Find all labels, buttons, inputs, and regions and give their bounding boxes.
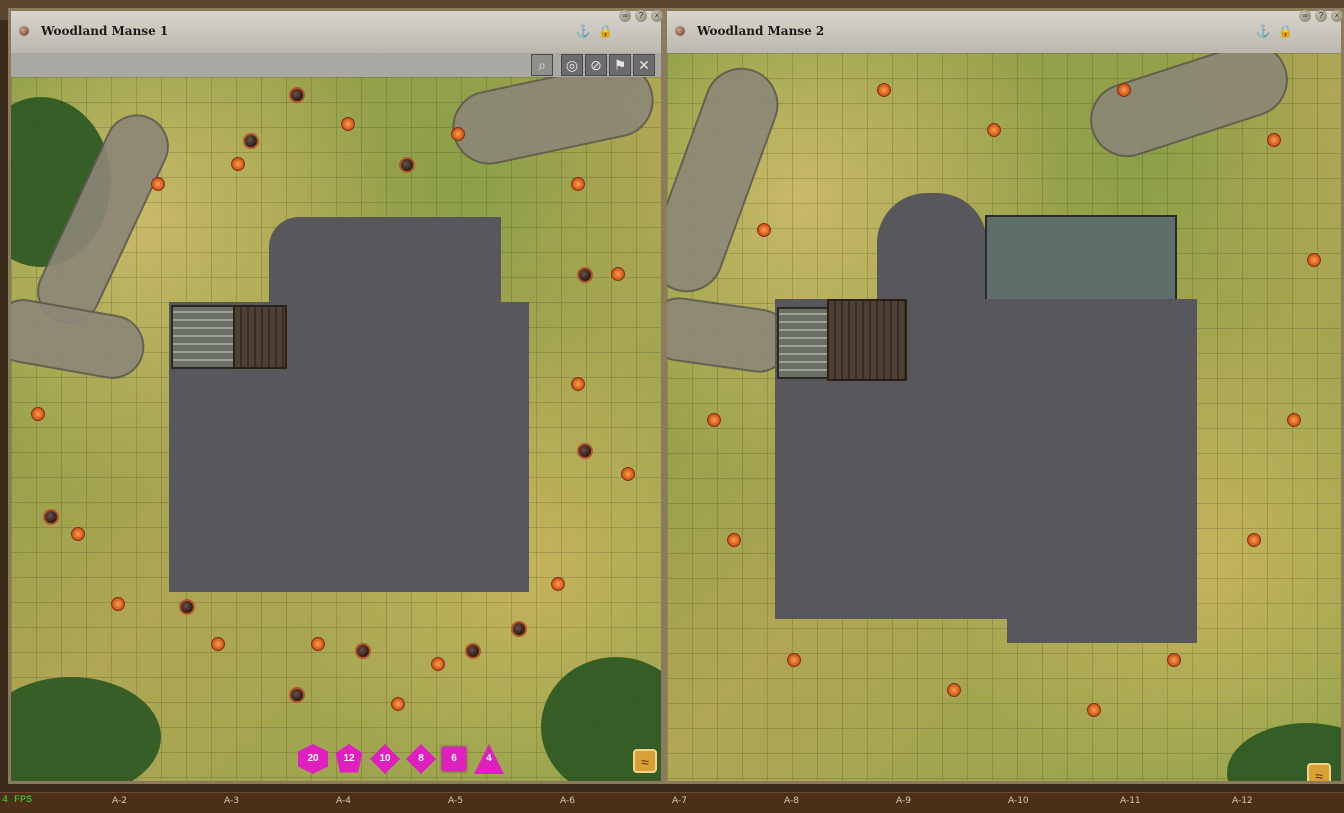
flower — [341, 117, 355, 131]
flower — [571, 177, 585, 191]
flower — [621, 467, 635, 481]
creature-token[interactable] — [465, 643, 481, 659]
creature-token[interactable] — [399, 157, 415, 173]
hotkey-slot[interactable]: A-11 — [1120, 796, 1141, 806]
flower — [1117, 83, 1131, 97]
flower — [1307, 253, 1321, 267]
flower — [311, 637, 325, 651]
map-toolbar: ⌕ ◎ ⊘ ⚑ ✕ — [11, 53, 661, 77]
flower — [611, 267, 625, 281]
map-share-icon[interactable]: ≈ — [633, 749, 657, 773]
porch-steps — [777, 307, 831, 379]
porch-deck — [233, 305, 287, 369]
flower — [571, 377, 585, 391]
flower — [111, 597, 125, 611]
flower — [1247, 533, 1261, 547]
creature-token[interactable] — [577, 443, 593, 459]
window-title: Woodland Manse 1 — [41, 24, 169, 38]
flower — [551, 577, 565, 591]
flower — [727, 533, 741, 547]
mask-icon[interactable]: ⊘ — [585, 54, 607, 76]
hotkey-slot[interactable]: A-2 — [112, 796, 127, 806]
creature-token[interactable] — [289, 87, 305, 103]
porch-deck — [827, 299, 907, 381]
d6-die[interactable]: 6 — [442, 747, 466, 771]
flower — [707, 413, 721, 427]
flower — [31, 407, 45, 421]
flower — [211, 637, 225, 651]
flooded-room — [985, 215, 1177, 303]
creature-token[interactable] — [511, 621, 527, 637]
anchor-icon[interactable]: ⚓ — [1256, 24, 1271, 38]
hotkey-slot[interactable]: A-7 — [672, 796, 687, 806]
flower — [787, 653, 801, 667]
hotkey-slot[interactable]: A-12 — [1232, 796, 1253, 806]
hotkey-slot[interactable]: A-5 — [448, 796, 463, 806]
creature-token[interactable] — [289, 687, 305, 703]
map-share-icon[interactable]: ≈ — [1307, 763, 1331, 781]
window-titlebar[interactable]: Woodland Manse 1 ⚓ 🔒 — [11, 11, 661, 54]
hotkey-slot[interactable]: A-9 — [896, 796, 911, 806]
lock-icon[interactable]: 🔒 — [598, 24, 613, 38]
close-icon[interactable]: × — [1331, 10, 1343, 22]
flower — [391, 697, 405, 711]
close-icon[interactable]: × — [651, 10, 663, 22]
flower — [231, 157, 245, 171]
link-icon[interactable]: ∞ — [1299, 10, 1311, 22]
help-icon[interactable]: ? — [635, 10, 647, 22]
zoom-icon[interactable]: ⌕ — [531, 54, 553, 76]
hotkey-slot[interactable]: A-4 — [336, 796, 351, 806]
creature-token[interactable] — [43, 509, 59, 525]
flower — [757, 223, 771, 237]
anchor-icon[interactable]: ⚓ — [576, 24, 591, 38]
creature-token[interactable] — [355, 643, 371, 659]
flower — [151, 177, 165, 191]
help-icon[interactable]: ? — [1315, 10, 1327, 22]
map-canvas[interactable]: ≈ — [11, 77, 661, 781]
window-title: Woodland Manse 2 — [697, 24, 825, 38]
hotkey-slot[interactable]: A-10 — [1008, 796, 1029, 806]
status-bar: 4 FPS A-2 A-3 A-4 A-5 A-6 A-7 A-8 A-9 A-… — [0, 792, 1344, 813]
flower — [877, 83, 891, 97]
hotkey-slot[interactable]: A-8 — [784, 796, 799, 806]
fog-of-war — [1007, 613, 1197, 643]
creature-token[interactable] — [577, 267, 593, 283]
flower — [71, 527, 85, 541]
flower — [947, 683, 961, 697]
window-menu-icon[interactable] — [19, 26, 29, 36]
map-canvas[interactable]: ≈ — [667, 53, 1341, 781]
close-icon[interactable]: ✕ — [633, 54, 655, 76]
fog-of-war — [877, 193, 987, 303]
flower — [451, 127, 465, 141]
creature-token[interactable] — [243, 133, 259, 149]
hotkey-slot[interactable]: A-3 — [224, 796, 239, 806]
map-window-left[interactable]: Woodland Manse 1 ⚓ 🔒 ∞ ? × ⌕ ◎ ⊘ ⚑ ✕ ≈ — [8, 8, 664, 784]
hotkey-slot[interactable]: A-6 — [560, 796, 575, 806]
window-menu-icon[interactable] — [675, 26, 685, 36]
map-window-right[interactable]: Woodland Manse 2 ⚓ 🔒 ∞ ? × ≈ — [664, 8, 1344, 784]
fps-counter: 4 FPS — [2, 795, 33, 806]
flower — [431, 657, 445, 671]
creature-token[interactable] — [179, 599, 195, 615]
fog-of-war — [269, 217, 501, 307]
flower — [1087, 703, 1101, 717]
lock-icon[interactable]: 🔒 — [1278, 24, 1293, 38]
porch-steps — [171, 305, 237, 369]
flower — [987, 123, 1001, 137]
target-icon[interactable]: ◎ — [561, 54, 583, 76]
flower — [1287, 413, 1301, 427]
flower — [1267, 133, 1281, 147]
window-titlebar[interactable]: Woodland Manse 2 ⚓ 🔒 — [667, 11, 1341, 54]
link-icon[interactable]: ∞ — [619, 10, 631, 22]
flag-icon[interactable]: ⚑ — [609, 54, 631, 76]
flower — [1167, 653, 1181, 667]
